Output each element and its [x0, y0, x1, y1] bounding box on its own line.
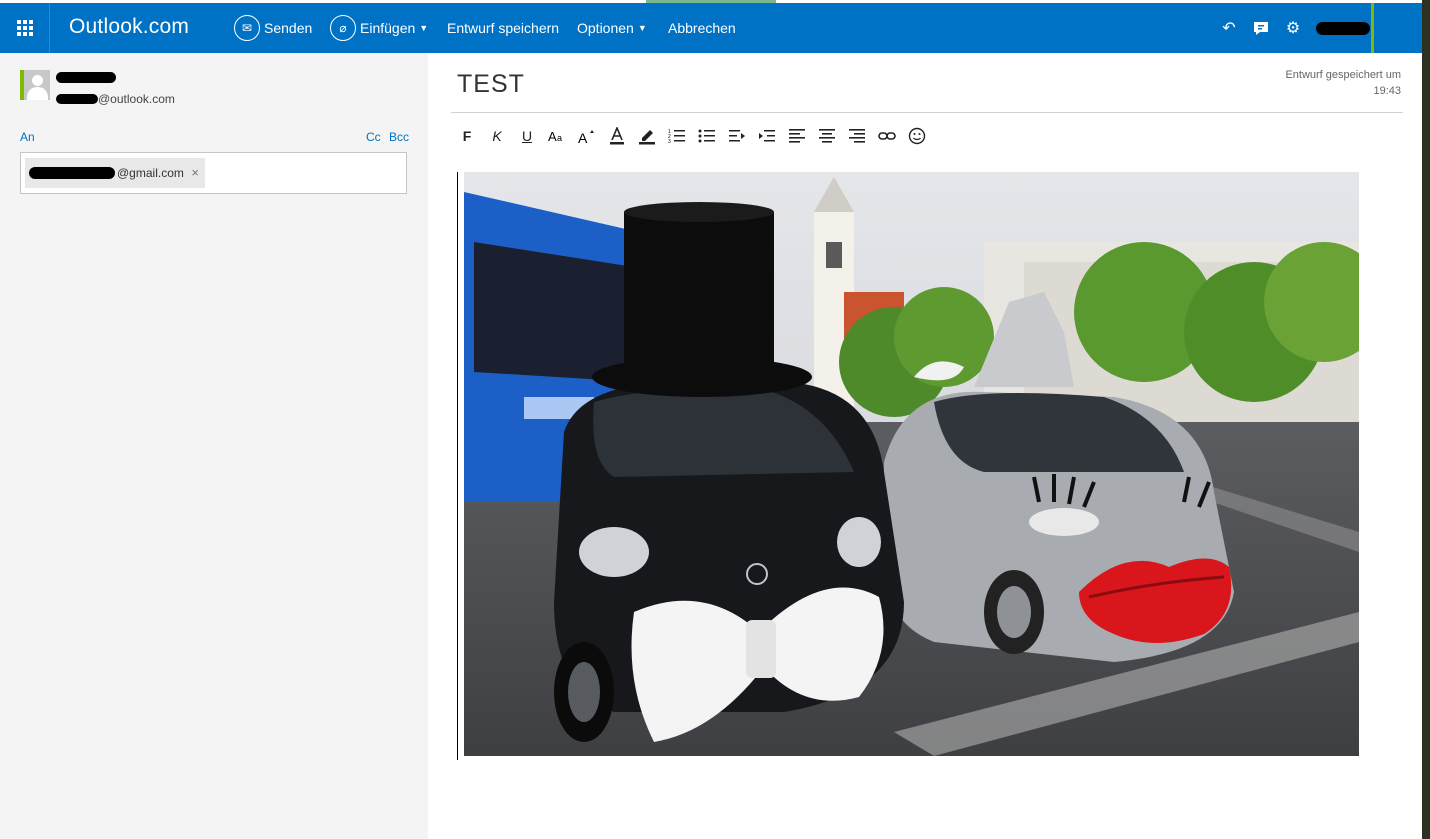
decrease-indent-icon[interactable] — [722, 124, 752, 148]
font-size-icon[interactable]: Aa — [542, 124, 572, 148]
redacted-recipient-user — [29, 167, 115, 179]
draft-saved-text: Entwurf gespeichert um — [1285, 69, 1401, 81]
accent-edge — [1371, 3, 1374, 53]
underline-icon[interactable]: U — [512, 124, 542, 148]
sender-email-domain: @outlook.com — [98, 92, 175, 106]
chevron-down-icon: ▼ — [419, 23, 429, 33]
link-icon[interactable] — [872, 124, 902, 148]
redacted-username[interactable] — [1316, 21, 1370, 35]
header-right-icons: ↶ ⚙ — [1220, 3, 1370, 53]
options-button[interactable]: Optionen ▼ — [577, 3, 647, 53]
send-label: Senden — [264, 20, 313, 36]
draft-saved-status: Entwurf gespeichert um 19:43 — [1285, 67, 1401, 99]
recipient-chip[interactable]: @gmail.com × — [25, 158, 205, 188]
undo-icon[interactable]: ↶ — [1220, 19, 1238, 37]
svg-text:3: 3 — [668, 139, 671, 144]
insert-button[interactable]: ⌀ Einfügen ▼ — [330, 3, 428, 53]
emoji-icon[interactable] — [902, 124, 932, 148]
highlight-icon[interactable] — [632, 124, 662, 148]
subject-field[interactable]: TEST — [457, 70, 525, 99]
remove-recipient-icon[interactable]: × — [191, 165, 199, 180]
attach-icon: ⌀ — [330, 15, 356, 41]
bcc-link[interactable]: Bcc — [389, 130, 409, 144]
grow-font-icon[interactable]: A — [572, 124, 602, 148]
gear-icon[interactable]: ⚙ — [1284, 19, 1302, 37]
outlook-compose-window: Outlook.com ✉ Senden ⌀ Einfügen ▼ Entwur… — [0, 0, 1422, 839]
align-right-icon[interactable] — [842, 124, 872, 148]
insert-label: Einfügen — [360, 20, 416, 36]
cc-link[interactable]: Cc — [366, 130, 381, 144]
align-center-icon[interactable] — [812, 124, 842, 148]
bold-icon[interactable]: F — [452, 124, 482, 148]
draft-saved-time: 19:43 — [1373, 85, 1401, 97]
waffle-icon — [16, 20, 33, 36]
cancel-button[interactable]: Abbrechen — [668, 3, 736, 53]
save-draft-button[interactable]: Entwurf speichern — [447, 3, 559, 53]
to-label[interactable]: An — [20, 130, 35, 144]
redacted-sender-user — [56, 94, 98, 104]
svg-text:A: A — [548, 129, 557, 143]
top-bar: Outlook.com ✉ Senden ⌀ Einfügen ▼ Entwur… — [0, 3, 1422, 53]
recipient-domain: @gmail.com — [117, 166, 184, 180]
font-color-icon[interactable] — [602, 124, 632, 148]
redacted-sender-name — [56, 72, 116, 83]
app-launcher-button[interactable] — [0, 3, 50, 53]
feedback-icon[interactable] — [1252, 19, 1270, 37]
options-label: Optionen — [577, 20, 634, 36]
svg-text:A: A — [578, 130, 588, 144]
recipient-pane: @outlook.com An Cc Bcc @gmail.com × — [0, 53, 428, 839]
brand-title[interactable]: Outlook.com — [69, 15, 189, 39]
avatar — [20, 70, 50, 100]
chevron-down-icon: ▼ — [637, 23, 647, 33]
inline-image[interactable] — [464, 172, 1359, 756]
align-left-icon[interactable] — [782, 124, 812, 148]
formatting-toolbar: F K U Aa A 123 — [452, 124, 932, 148]
cancel-label: Abbrechen — [668, 20, 736, 36]
increase-indent-icon[interactable] — [752, 124, 782, 148]
italic-icon[interactable]: K — [482, 124, 512, 148]
svg-text:a: a — [557, 133, 562, 143]
divider — [451, 112, 1403, 113]
bullet-list-icon[interactable] — [692, 124, 722, 148]
window-edge — [1422, 0, 1430, 839]
send-button[interactable]: ✉ Senden — [234, 3, 312, 53]
send-icon: ✉ — [234, 15, 260, 41]
numbered-list-icon[interactable]: 123 — [662, 124, 692, 148]
text-caret — [457, 172, 458, 760]
save-draft-label: Entwurf speichern — [447, 20, 560, 36]
to-field[interactable]: @gmail.com × — [20, 152, 407, 194]
